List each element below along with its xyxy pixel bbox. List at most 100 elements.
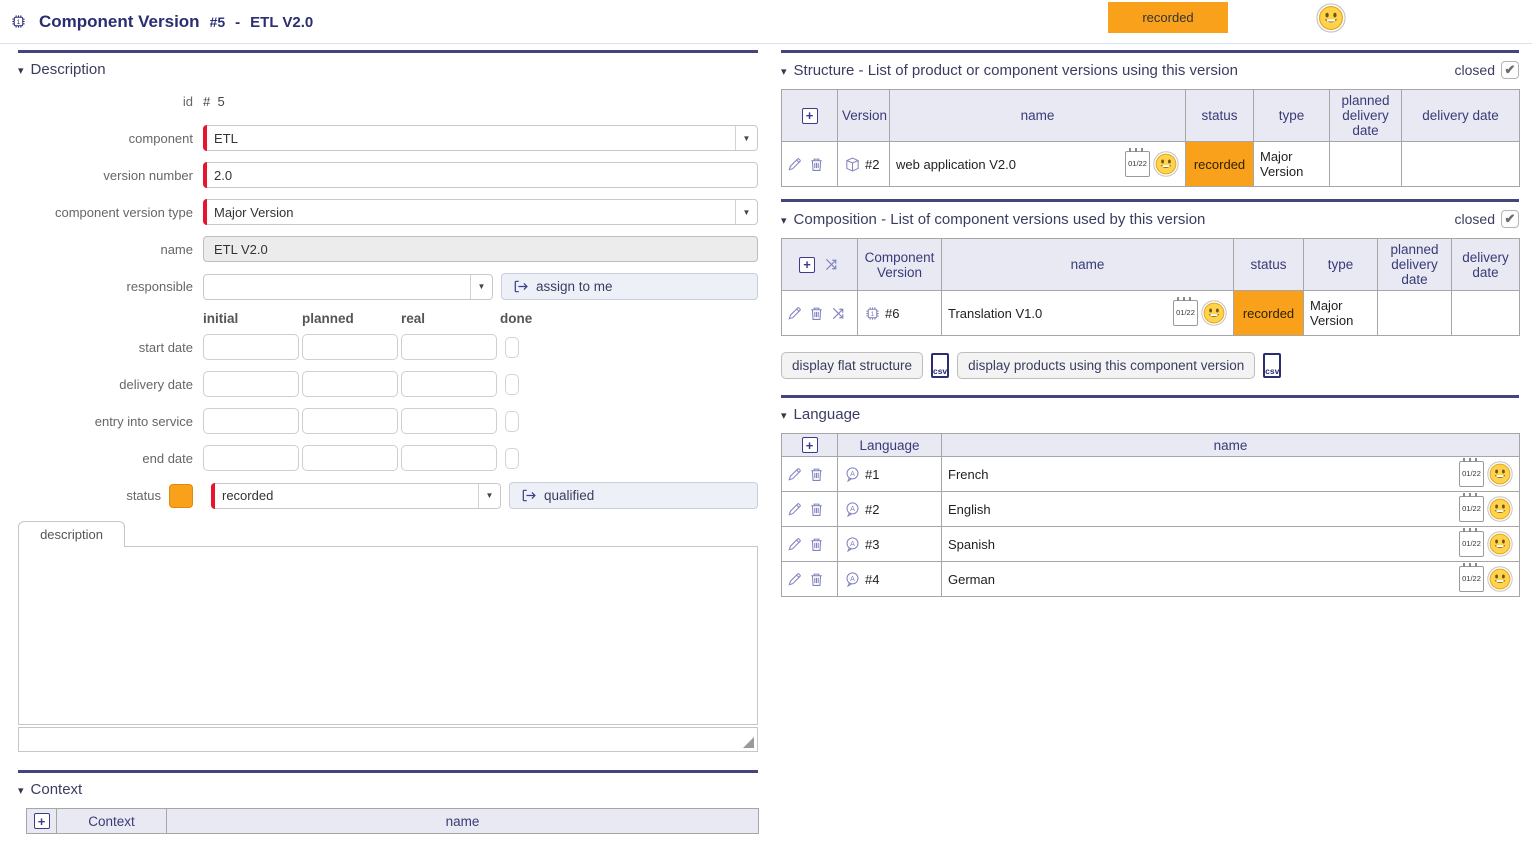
csv-export-icon[interactable]: csv [1263,353,1281,378]
smiley-icon [1201,300,1227,326]
resize-grip-icon[interactable] [743,737,754,748]
edit-pencil-icon[interactable] [786,156,803,173]
chevron-down-icon[interactable] [735,126,757,150]
calendar-icon: 01/22 [1459,566,1484,592]
display-products-button[interactable]: display products using this component ve… [957,352,1255,379]
responsible-combobox[interactable] [203,274,493,300]
title-separator: - [235,14,240,31]
delete-trash-icon[interactable] [808,536,825,553]
entry-into-service-planned-input[interactable] [302,408,398,434]
chevron-down-icon[interactable] [470,275,492,299]
delete-trash-icon[interactable] [808,501,825,518]
table-row: #6 Translation V1.0 01/22 recorded Major… [782,291,1520,336]
start-date-real-input[interactable] [401,334,497,360]
description-textarea[interactable] [18,546,758,725]
table-row: #2 English 01/22 [782,492,1520,527]
edit-pencil-icon[interactable] [786,466,803,483]
edit-pencil-icon[interactable] [786,501,803,518]
component-row: component ETL [18,125,758,151]
delivery-date-initial-input[interactable] [203,371,299,397]
context-name-column-header: name [167,809,759,834]
end-date-initial-input[interactable] [203,445,299,471]
language-name[interactable]: French [948,467,988,482]
collapse-caret-icon [18,781,31,798]
add-icon[interactable] [34,813,50,829]
calendar-icon: 01/22 [1459,496,1484,522]
component-version-type-value: Major Version [214,205,293,220]
delete-trash-icon[interactable] [808,571,825,588]
language-name[interactable]: German [948,572,995,587]
context-section-header[interactable]: Context [18,781,758,798]
component-combobox[interactable]: ETL [203,125,758,151]
edit-pencil-icon[interactable] [786,305,803,322]
version-number[interactable]: #2 [865,157,879,172]
status-value: recorded [222,488,273,503]
delivery-date-planned-input[interactable] [302,371,398,397]
status-combobox[interactable]: recorded [211,483,501,509]
language-number[interactable]: #2 [865,502,879,517]
assign-to-me-label: assign to me [536,279,613,294]
version-number[interactable]: #6 [885,306,899,321]
status-color-swatch [169,484,193,508]
description-resize-bar[interactable] [18,727,758,752]
end-date-row: end date [18,445,758,471]
structure-closed-checkbox[interactable] [1501,61,1519,79]
language-table: Language name #1 French 01/2 [781,433,1520,597]
description-tab[interactable]: description [18,521,125,547]
language-name[interactable]: English [948,502,991,517]
calendar-icon: 01/22 [1459,531,1484,557]
entry-into-service-done-checkbox[interactable] [505,411,519,432]
end-date-real-input[interactable] [401,445,497,471]
delete-trash-icon[interactable] [808,466,825,483]
start-date-initial-input[interactable] [203,334,299,360]
composition-section-header[interactable]: Composition - List of component versions… [781,210,1519,228]
translate-bubble-icon [844,501,861,518]
add-icon[interactable] [799,257,815,273]
end-date-planned-input[interactable] [302,445,398,471]
description-section-title: Description [31,61,106,78]
component-label: component [18,131,203,146]
assign-to-me-button[interactable]: assign to me [501,273,758,300]
add-icon[interactable] [802,108,818,124]
language-number[interactable]: #4 [865,572,879,587]
language-name[interactable]: Spanish [948,537,995,552]
start-date-done-checkbox[interactable] [505,337,519,358]
delete-trash-icon[interactable] [808,156,825,173]
description-section-header[interactable]: Description [18,61,758,78]
start-date-label: start date [18,340,203,355]
start-date-planned-input[interactable] [302,334,398,360]
composition-status-column: status [1234,239,1304,291]
language-number[interactable]: #3 [865,537,879,552]
entry-into-service-label: entry into service [18,414,203,429]
chevron-down-icon[interactable] [478,484,500,508]
swap-arrows-icon[interactable] [823,256,840,273]
entry-into-service-real-input[interactable] [401,408,497,434]
version-number-value: 2.0 [214,168,232,183]
version-name[interactable]: Translation V1.0 [948,306,1042,321]
entry-into-service-initial-input[interactable] [203,408,299,434]
structure-section-header[interactable]: Structure - List of product or component… [781,61,1519,79]
delete-trash-icon[interactable] [808,305,825,322]
language-id-cell: #2 [838,492,942,527]
smiley-icon [1153,151,1179,177]
composition-closed-checkbox[interactable] [1501,210,1519,228]
edit-pencil-icon[interactable] [786,571,803,588]
component-value: ETL [214,131,238,146]
delivery-date-done-checkbox[interactable] [505,374,519,395]
version-name[interactable]: web application V2.0 [896,157,1016,172]
version-number-label: version number [18,168,203,183]
language-number[interactable]: #1 [865,467,879,482]
chevron-down-icon[interactable] [735,200,757,224]
add-icon[interactable] [802,437,818,453]
end-date-done-checkbox[interactable] [505,448,519,469]
version-number-input[interactable]: 2.0 [203,162,758,188]
display-flat-structure-button[interactable]: display flat structure [781,352,923,379]
composition-component-version-column: Component Version [858,239,942,291]
swap-arrows-icon[interactable] [830,305,847,322]
csv-export-icon[interactable]: csv [931,353,949,378]
qualified-button[interactable]: qualified [509,482,758,509]
component-version-type-combobox[interactable]: Major Version [203,199,758,225]
delivery-date-real-input[interactable] [401,371,497,397]
language-section-header[interactable]: Language [781,406,1519,423]
edit-pencil-icon[interactable] [786,536,803,553]
